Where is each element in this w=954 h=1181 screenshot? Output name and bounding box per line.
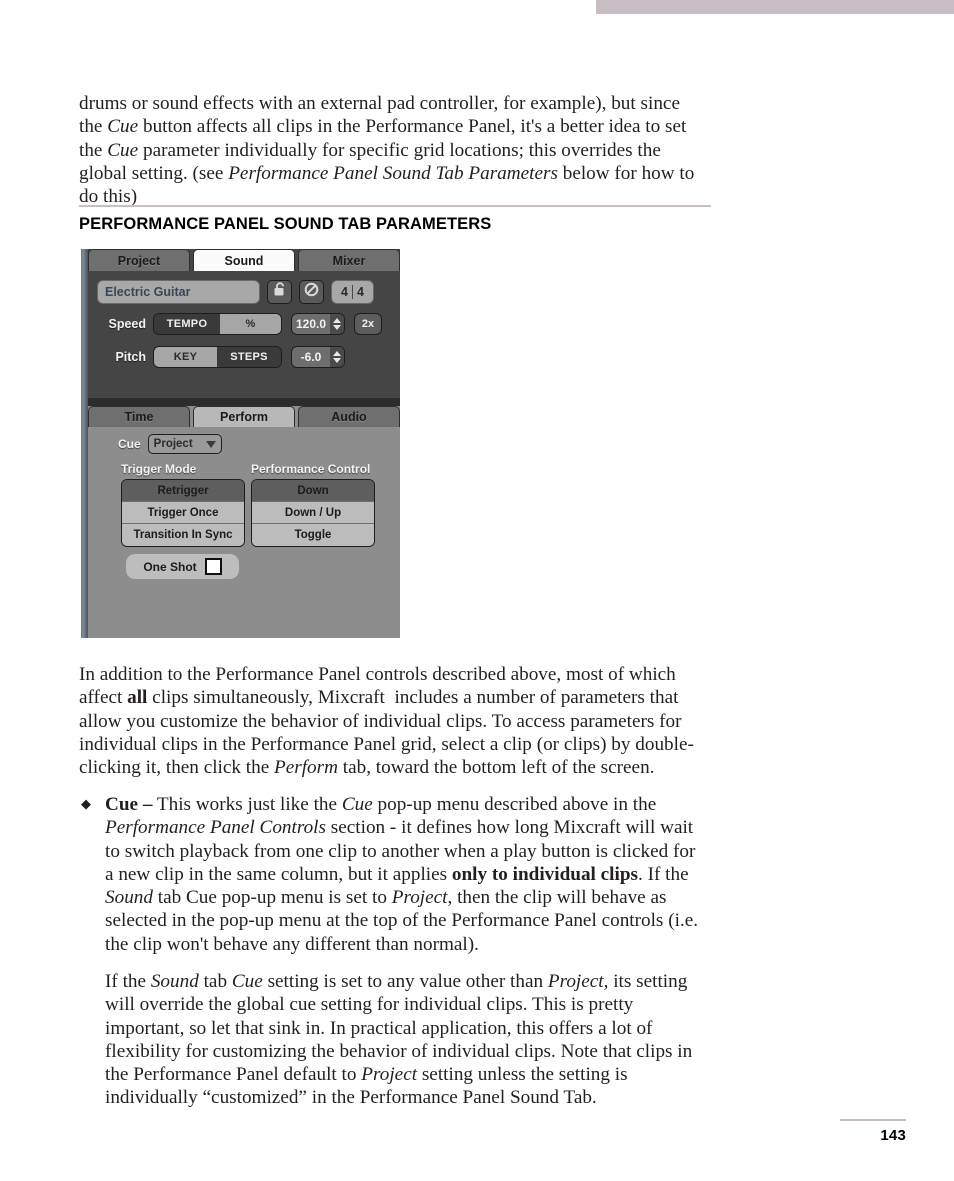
bullet-item-cue: ◆ Cue – This works just like the Cue pop… [79, 793, 704, 956]
tab-perform[interactable]: Perform [193, 406, 295, 427]
pitch-mode-key[interactable]: KEY [154, 347, 217, 367]
caret-up-icon[interactable] [333, 351, 341, 356]
performance-control-list: Down Down / Up Toggle [251, 479, 375, 547]
time-signature-field[interactable]: 4 4 [331, 280, 374, 304]
one-shot-control[interactable]: One Shot [126, 554, 239, 579]
pitch-label: Pitch [115, 350, 146, 364]
speed-mode-percent[interactable]: % [220, 314, 281, 334]
trigger-mode-label: Trigger Mode [121, 462, 197, 476]
trigger-mode-option-trigger-once[interactable]: Trigger Once [122, 502, 244, 524]
paragraph-addition: In addition to the Performance Panel con… [79, 663, 704, 779]
pitch-stepper-arrows[interactable] [330, 347, 344, 367]
page-footer-rule [840, 1119, 906, 1121]
speed-mode-tempo[interactable]: TEMPO [154, 314, 220, 334]
page-header-bar [596, 0, 954, 14]
caret-down-icon[interactable] [333, 358, 341, 363]
paragraph-sub-cue: If the Sound tab Cue setting is set to a… [105, 970, 705, 1110]
speed-label: Speed [108, 317, 146, 331]
one-shot-label: One Shot [143, 559, 197, 574]
performance-control-option-down[interactable]: Down [252, 480, 374, 502]
instrument-row: Electric Guitar 4 4 [97, 280, 374, 304]
sound-tab-section: Project Sound Mixer Electric Guitar 4 4 … [88, 249, 400, 398]
page-number: 143 [880, 1127, 906, 1144]
instrument-name-field[interactable]: Electric Guitar [97, 280, 260, 304]
section-heading: PERFORMANCE PANEL SOUND TAB PARAMETERS [79, 205, 711, 234]
performance-control-option-down-up[interactable]: Down / Up [252, 502, 374, 524]
lock-button[interactable] [267, 280, 292, 304]
cue-dropdown-value: Project [153, 438, 193, 450]
trigger-mode-list: Retrigger Trigger Once Transition In Syn… [121, 479, 245, 547]
section-divider [79, 205, 711, 207]
mute-button[interactable] [299, 280, 324, 304]
open-padlock-icon [273, 282, 287, 302]
diamond-bullet-icon: ◆ [81, 796, 91, 811]
section-title: PERFORMANCE PANEL SOUND TAB PARAMETERS [79, 215, 492, 233]
time-signature-denominator: 4 [357, 285, 364, 299]
tab-mixer[interactable]: Mixer [298, 249, 400, 271]
perform-tab-section: Time Perform Audio Cue Project Trigger M… [88, 406, 400, 638]
daw-panel-screenshot: Project Sound Mixer Electric Guitar 4 4 … [80, 248, 401, 639]
pitch-value-stepper[interactable]: -6.0 [291, 346, 345, 368]
speed-row: Speed TEMPO % 120.0 2x [88, 313, 382, 335]
top-tab-row: Project Sound Mixer [88, 249, 400, 271]
speed-value-stepper[interactable]: 120.0 [291, 313, 345, 335]
performance-control-option-toggle[interactable]: Toggle [252, 524, 374, 546]
bottom-tab-row: Time Perform Audio [88, 406, 400, 427]
paragraph-intro: drums or sound effects with an external … [79, 92, 704, 208]
panel-left-edge-strip [81, 249, 88, 638]
speed-stepper-arrows[interactable] [330, 314, 344, 334]
chevron-down-icon [205, 440, 216, 448]
prohibited-circle-icon [304, 282, 319, 302]
tab-sound[interactable]: Sound [193, 249, 295, 271]
tab-audio[interactable]: Audio [298, 406, 400, 427]
pitch-value[interactable]: -6.0 [292, 350, 330, 364]
pitch-mode-segmented[interactable]: KEY STEPS [153, 346, 282, 368]
paragraph-sub-cue-text: If the Sound tab Cue setting is set to a… [105, 971, 693, 1109]
caret-down-icon[interactable] [333, 325, 341, 330]
panel-section-divider [88, 398, 400, 406]
trigger-mode-option-transition-in-sync[interactable]: Transition In Sync [122, 524, 244, 546]
tab-project[interactable]: Project [88, 249, 190, 271]
pitch-mode-steps[interactable]: STEPS [217, 347, 281, 367]
one-shot-checkbox[interactable] [204, 558, 222, 575]
cue-dropdown[interactable]: Project [147, 434, 222, 454]
time-signature-numerator: 4 [341, 285, 348, 299]
performance-control-label: Performance Control [251, 462, 371, 476]
paragraph-intro-text: drums or sound effects with an external … [79, 93, 695, 208]
speed-multiplier-button[interactable]: 2x [354, 313, 382, 335]
cue-row: Cue Project [118, 434, 222, 454]
cue-label: Cue [118, 437, 141, 451]
time-signature-separator [352, 285, 353, 299]
paragraph-addition-text: In addition to the Performance Panel con… [79, 664, 694, 779]
pitch-row: Pitch KEY STEPS -6.0 [88, 346, 345, 368]
tab-time[interactable]: Time [88, 406, 190, 427]
speed-value[interactable]: 120.0 [292, 317, 330, 331]
caret-up-icon[interactable] [333, 318, 341, 323]
trigger-mode-option-retrigger[interactable]: Retrigger [122, 480, 244, 502]
bullet-item-cue-text: Cue – This works just like the Cue pop-u… [105, 794, 699, 955]
speed-mode-segmented[interactable]: TEMPO % [153, 313, 282, 335]
